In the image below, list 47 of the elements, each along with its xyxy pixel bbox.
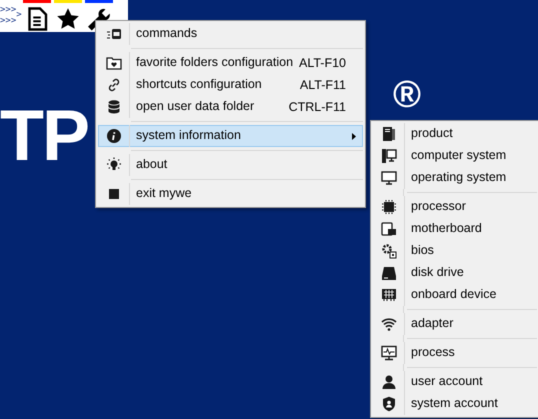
user-icon xyxy=(381,374,397,390)
circuit-board-icon xyxy=(381,287,397,303)
info-icon xyxy=(106,128,122,144)
shortcut-text: CTRL-F11 xyxy=(288,98,347,116)
menu-item[interactable]: exit mywe xyxy=(98,183,363,205)
menu-item[interactable]: shortcuts configuration ALT-F11 xyxy=(98,74,363,96)
hard-drive-icon xyxy=(381,265,397,281)
submenu-item[interactable]: process xyxy=(373,342,537,364)
devices-icon xyxy=(381,221,397,237)
submenu-item[interactable]: adapter xyxy=(373,313,537,335)
submenu-item[interactable]: system account xyxy=(373,393,537,415)
menu-item[interactable]: favorite folders configuration ALT-F10 xyxy=(98,52,363,74)
menu-item[interactable]: system information xyxy=(98,125,363,147)
shortcut-text: ALT-F11 xyxy=(300,76,347,94)
submenu-item[interactable]: disk drive xyxy=(373,262,537,284)
menu-item[interactable]: about xyxy=(98,154,363,176)
monitor-icon xyxy=(381,170,397,186)
submenu-item[interactable]: bios xyxy=(373,240,537,262)
submenu-item[interactable]: processor xyxy=(373,196,537,218)
monitor-pulse-icon xyxy=(381,345,397,361)
shortcut-text: ALT-F10 xyxy=(298,54,347,72)
wifi-icon xyxy=(381,316,397,332)
submenu-item[interactable]: operating system xyxy=(373,167,537,189)
submenu-item[interactable]: user account xyxy=(373,371,537,393)
link-icon xyxy=(106,77,122,93)
gear-chip-icon xyxy=(381,243,397,259)
submenu-item[interactable]: computer system xyxy=(373,145,537,167)
star-icon xyxy=(56,7,80,31)
folder-heart-icon xyxy=(106,55,122,71)
chip-icon xyxy=(381,199,397,215)
submenu-item[interactable]: onboard device xyxy=(373,284,537,306)
submenu-item[interactable]: product xyxy=(373,123,537,145)
arrows-text: >>> xyxy=(0,16,16,27)
menu-item[interactable]: open user data folder CTRL-F11 xyxy=(98,96,363,118)
arrows-text: >>> xyxy=(0,5,16,16)
lightbulb-icon xyxy=(106,157,122,173)
shield-user-icon xyxy=(381,396,397,412)
menu-item[interactable]: commands xyxy=(98,23,363,45)
database-icon xyxy=(106,99,122,115)
arrow-text: > xyxy=(16,9,22,22)
logo-text: TP xyxy=(0,100,88,172)
computer-tower-icon xyxy=(381,126,397,142)
desktop-computer-icon xyxy=(381,148,397,164)
submenu-item[interactable]: motherboard xyxy=(373,218,537,240)
stop-square-icon xyxy=(106,186,122,202)
registered-mark: ® xyxy=(393,76,421,114)
window-stack-icon xyxy=(106,26,122,42)
